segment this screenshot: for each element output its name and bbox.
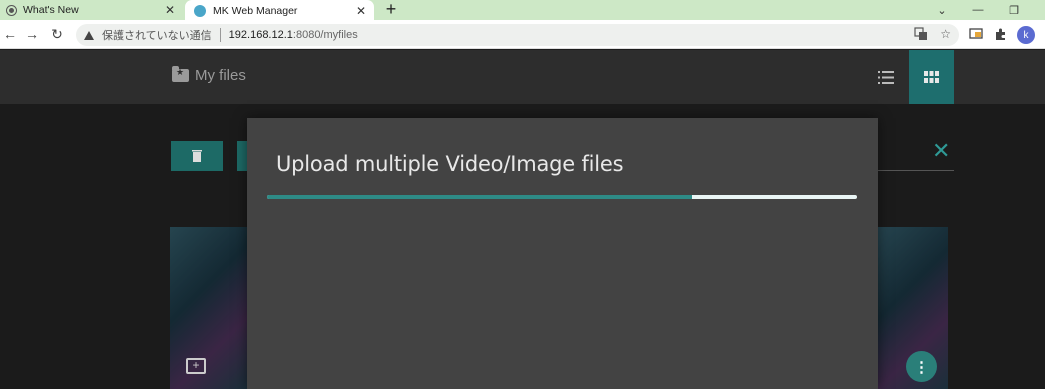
minimize-button[interactable]: — [968, 0, 988, 20]
warning-icon[interactable] [84, 30, 94, 40]
page-title: My files [172, 66, 246, 84]
tab-title: What's New [23, 4, 79, 16]
browser-tab-strip: What's New ✕ MK Web Manager ✕ + ⌄ — ❐ [0, 0, 1045, 21]
extensions-icon[interactable] [993, 26, 1009, 42]
restore-button[interactable]: ❐ [1004, 0, 1024, 20]
grid-icon [924, 71, 939, 83]
delete-button[interactable] [171, 141, 223, 171]
address-bar[interactable]: 保護されていない通信 192.168.12.1:8080/myfiles ☆ [76, 24, 959, 46]
security-label[interactable]: 保護されていない通信 [102, 27, 212, 43]
address-separator [219, 28, 221, 42]
url-host: 192.168.12.1 [228, 29, 293, 41]
media-thumbnail[interactable] [170, 227, 248, 389]
close-search-icon[interactable]: ✕ [932, 140, 950, 162]
list-icon [878, 70, 894, 84]
tab-mk-web-manager[interactable]: MK Web Manager ✕ [185, 0, 374, 21]
grid-view-button[interactable] [909, 50, 954, 104]
cast-icon[interactable] [968, 26, 984, 42]
translate-icon[interactable] [914, 27, 928, 44]
profile-avatar[interactable]: k [1017, 26, 1035, 44]
tab-search-chevron-icon[interactable]: ⌄ [932, 0, 952, 20]
upload-progress-bar [267, 195, 857, 199]
page-title-text: My files [195, 67, 246, 84]
url-text[interactable]: 192.168.12.1:8080/myfiles [229, 29, 358, 41]
back-icon[interactable]: ← [0, 24, 20, 44]
browser-toolbar: ← → ↻ 保護されていない通信 192.168.12.1:8080/myfil… [0, 20, 1045, 49]
more-options-button[interactable]: ⋮ [906, 351, 937, 382]
tab-title: MK Web Manager [213, 4, 298, 17]
chrome-icon [7, 5, 16, 15]
new-tab-button[interactable]: + [382, 0, 400, 20]
list-view-button[interactable] [868, 50, 904, 104]
site-favicon-icon [194, 4, 206, 17]
modal-title: Upload multiple Video/Image files [276, 152, 624, 176]
app-header: My files [0, 50, 1045, 104]
bookmark-star-icon[interactable]: ☆ [940, 27, 951, 44]
search-underline [878, 170, 954, 171]
folder-star-icon [172, 66, 189, 82]
upload-modal: Upload multiple Video/Image files [247, 118, 878, 389]
trash-icon [192, 150, 202, 162]
tab-whats-new[interactable]: What's New ✕ [0, 0, 183, 20]
upload-progress-fill [267, 195, 692, 199]
reload-icon[interactable]: ↻ [47, 24, 67, 44]
add-to-playlist-icon[interactable]: + [186, 358, 206, 374]
tab-close-icon[interactable]: ✕ [163, 3, 177, 17]
forward-icon[interactable]: → [22, 24, 42, 44]
url-path: :8080/myfiles [292, 29, 358, 41]
tab-close-icon[interactable]: ✕ [354, 4, 368, 18]
